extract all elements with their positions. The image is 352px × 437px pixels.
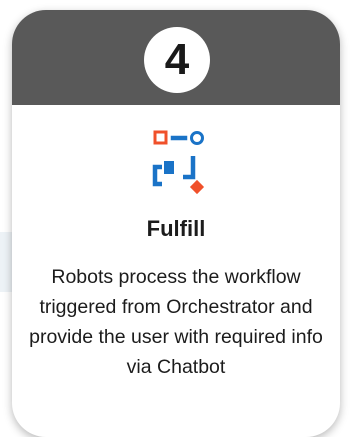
workflow-right-hook [183,156,196,180]
workflow-process-node [164,161,174,174]
workflow-node-circle [190,131,204,145]
step-card: 4 Fulfill Robots process the workflow tr… [12,10,340,437]
card-header: 4 [12,10,340,105]
step-number: 4 [164,35,190,84]
workflow-end-node [189,179,205,195]
step-number-badge: 4 [144,27,210,93]
workflow-start-node [153,130,168,145]
workflow-icon [152,130,205,195]
card-description: Robots process the workflow triggered fr… [29,266,323,378]
workflow-left-bracket [152,164,162,187]
card-title: Fulfill [146,216,206,241]
